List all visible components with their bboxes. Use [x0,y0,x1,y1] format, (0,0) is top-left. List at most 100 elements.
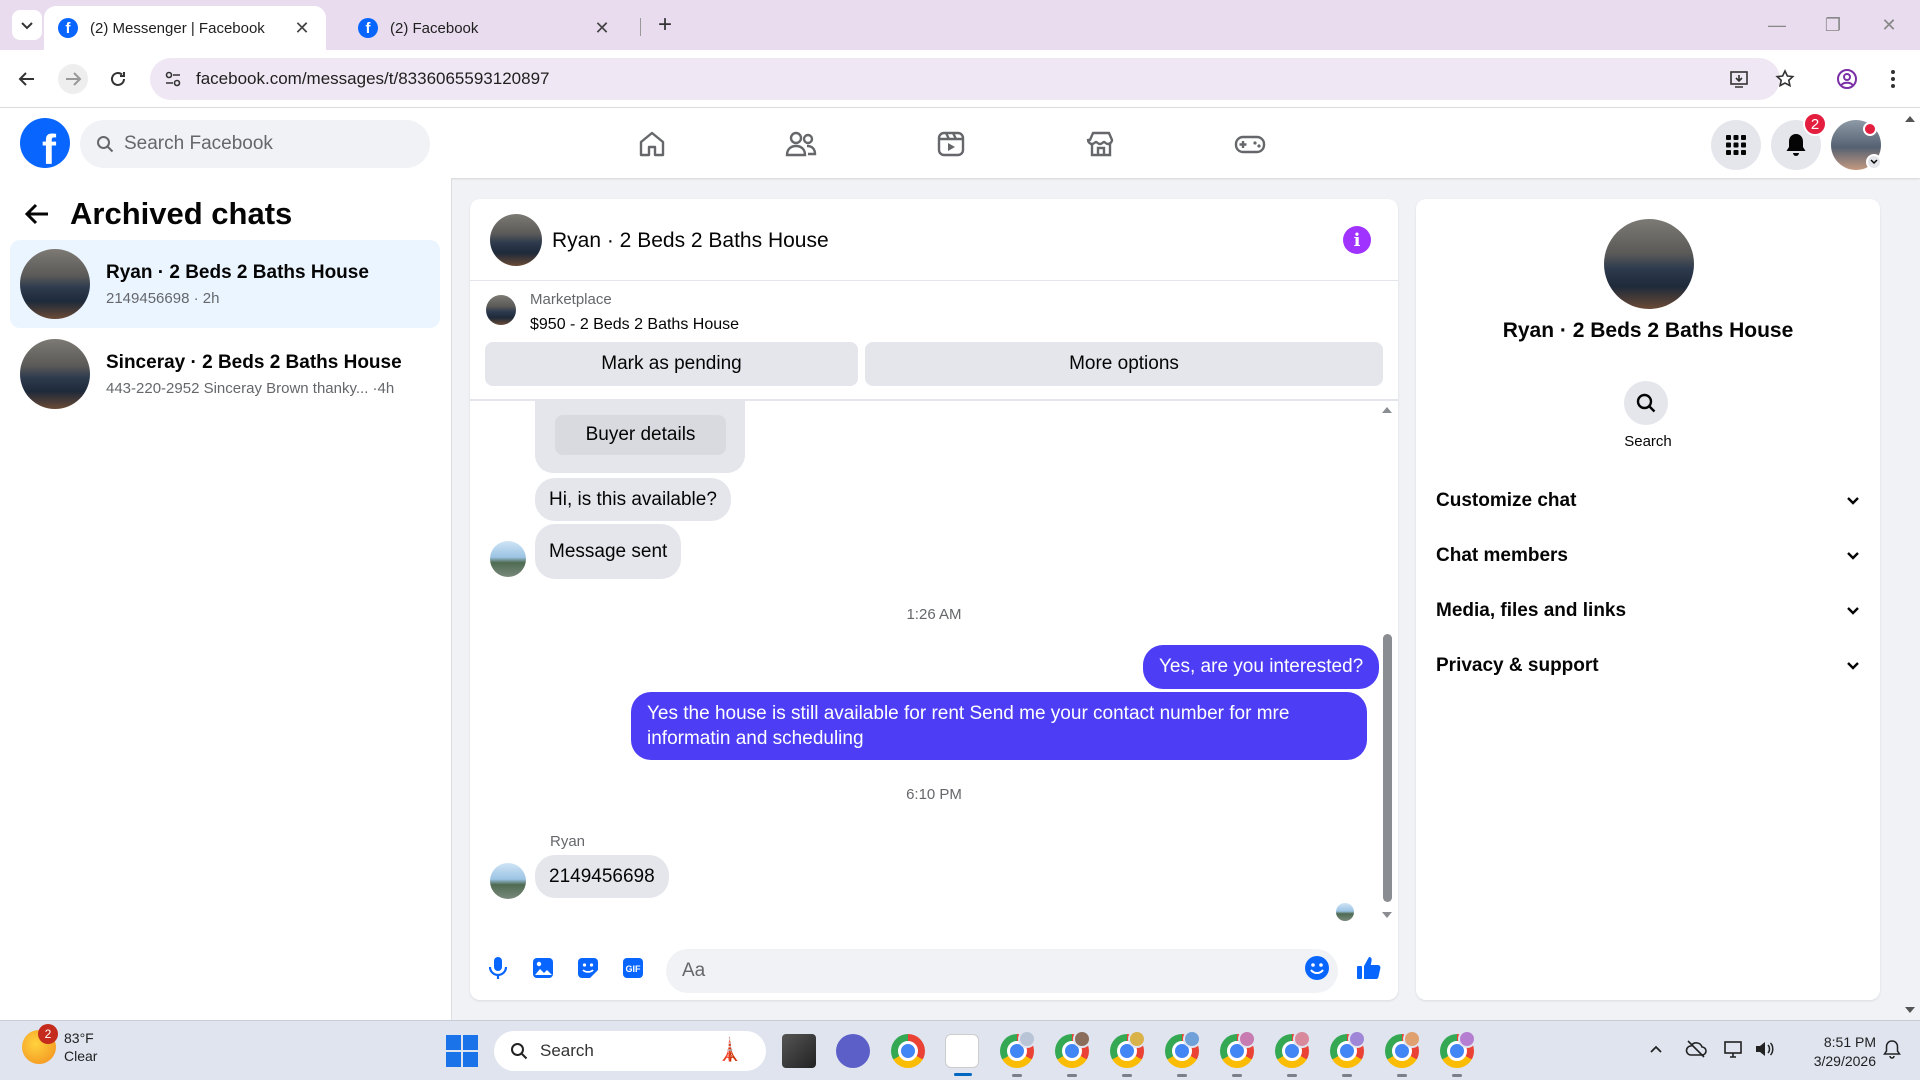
gif-icon[interactable]: GIF [618,953,648,983]
snipping-tool-icon[interactable] [945,1034,979,1076]
tray-chevron-up-icon[interactable] [1644,1037,1668,1061]
profile-icon[interactable] [1836,68,1858,90]
section-privacy-support[interactable]: Privacy & support [1436,646,1860,686]
chrome-profile-icon[interactable] [1330,1030,1366,1077]
scroll-down-icon[interactable] [1903,1005,1917,1015]
taskbar-search[interactable]: Search 🗼 [494,1031,766,1071]
cloud-offline-icon[interactable] [1684,1037,1708,1061]
chrome-icon[interactable] [891,1034,925,1068]
reload-button[interactable] [103,64,133,94]
facebook-search-input[interactable] [124,133,404,155]
chrome-profile-icon[interactable] [1440,1030,1476,1077]
system-clock[interactable]: 8:51 PM 3/29/2026 [1790,1033,1876,1071]
marketplace-icon[interactable] [1083,126,1119,162]
search-label: Search [1624,433,1672,450]
chevron-down-icon [1847,497,1859,505]
outgoing-message: Yes, are you interested? [1143,645,1380,689]
chrome-profile-icon[interactable] [1385,1030,1421,1077]
windows-start-icon[interactable] [446,1035,478,1067]
timestamp: 1:26 AM [906,606,962,623]
scroll-up-icon[interactable] [1380,405,1394,415]
tab-search-button[interactable] [12,10,42,40]
browser-toolbar: facebook.com/messages/t/8336065593120897 [0,50,1920,108]
emoji-icon[interactable] [1302,953,1332,983]
search-in-conversation-button[interactable] [1624,381,1668,425]
chrome-profile-icon[interactable] [1275,1030,1311,1077]
teams-icon[interactable] [836,1034,870,1068]
marketplace-listing[interactable]: Marketplace $950 - 2 Beds 2 Baths House [470,281,1398,341]
notification-count-badge: 2 [1803,112,1827,136]
bell-icon [1786,134,1806,156]
conversation-title[interactable]: Ryan · 2 Beds 2 Baths House [552,229,829,253]
tab-messenger[interactable]: f (2) Messenger | Facebook ✕ [44,6,326,50]
address-bar[interactable]: facebook.com/messages/t/8336065593120897 [150,58,1780,100]
minimize-icon[interactable]: — [1762,10,1792,40]
new-tab-button[interactable]: + [652,11,678,38]
video-icon[interactable] [933,126,969,162]
facebook-search[interactable] [80,120,430,168]
chat-name: Ryan · 2 Beds 2 Baths House [106,261,369,283]
gaming-icon[interactable] [1232,126,1268,162]
weather-widget[interactable]: 2 83°F Clear [22,1024,98,1065]
search-icon [511,1043,528,1060]
conversation-header: Ryan · 2 Beds 2 Baths House i [470,199,1398,281]
mark-as-pending-button[interactable]: Mark as pending [485,342,858,386]
search-icon [97,136,114,153]
chevron-down-icon [21,22,33,30]
chat-item-ryan[interactable]: Ryan · 2 Beds 2 Baths House 2149456698 ·… [10,240,440,328]
chrome-profile-icon[interactable] [1000,1030,1036,1077]
task-view-icon[interactable] [782,1034,816,1068]
section-customize-chat[interactable]: Customize chat [1436,481,1860,521]
account-chevron-icon[interactable] [1866,154,1882,170]
close-tab-icon[interactable]: ✕ [292,18,312,39]
install-app-icon[interactable] [1728,68,1750,90]
friends-icon[interactable] [783,126,819,162]
section-chat-members[interactable]: Chat members [1436,536,1860,576]
buyer-details-button[interactable]: Buyer details [555,415,726,455]
conversation-info-icon[interactable]: i [1343,226,1371,254]
chrome-profile-icon[interactable] [1220,1030,1256,1077]
chrome-profile-icon[interactable] [1055,1030,1091,1077]
scroll-up-icon[interactable] [1903,114,1917,124]
chat-avatar [20,249,90,319]
more-options-button[interactable]: More options [865,342,1383,386]
forward-button[interactable] [58,64,88,94]
home-icon[interactable] [634,126,670,162]
restore-icon[interactable]: ❐ [1818,10,1848,40]
back-arrow-icon[interactable] [24,202,50,226]
page-scrollbar[interactable] [1900,110,1920,1020]
microphone-icon[interactable] [483,953,513,983]
sticker-icon[interactable] [573,953,603,983]
site-settings-icon[interactable] [162,68,184,90]
notification-center-icon[interactable] [1880,1037,1904,1061]
close-tab-icon[interactable]: ✕ [592,18,612,39]
message-input-box[interactable] [666,949,1338,993]
chat-item-sinceray[interactable]: Sinceray · 2 Beds 2 Baths House 443-220-… [10,330,440,418]
photo-icon[interactable] [528,953,558,983]
windows-taskbar: 2 83°F Clear Search 🗼 8:51 PM 3/29/2026 [0,1020,1920,1080]
network-icon[interactable] [1722,1037,1746,1061]
svg-text:GIF: GIF [626,964,642,974]
scroll-down-icon[interactable] [1380,910,1394,920]
forward-arrow-icon [66,72,82,86]
scrollbar-thumb[interactable] [1383,634,1392,902]
chrome-profile-icon[interactable] [1110,1030,1146,1077]
menu-button[interactable] [1711,120,1761,170]
volume-icon[interactable] [1752,1037,1776,1061]
facebook-logo-icon[interactable]: f [20,118,70,168]
close-window-icon[interactable]: ✕ [1874,10,1904,40]
sidebar-title: Archived chats [70,196,293,231]
browser-menu-icon[interactable] [1882,68,1904,90]
chrome-profile-icon[interactable] [1165,1030,1201,1077]
section-label: Chat members [1436,545,1568,566]
tab-facebook[interactable]: f (2) Facebook ✕ [344,6,626,50]
weather-badge: 2 [38,1024,58,1044]
message-input[interactable] [682,960,1282,982]
weather-condition: Clear [64,1048,98,1064]
chevron-down-icon [1847,607,1859,615]
back-button[interactable] [12,64,42,94]
section-media-files-links[interactable]: Media, files and links [1436,591,1860,631]
bookmark-star-icon[interactable] [1774,68,1796,90]
thumbs-up-icon[interactable] [1354,953,1384,983]
conversation-avatar[interactable] [490,214,542,266]
